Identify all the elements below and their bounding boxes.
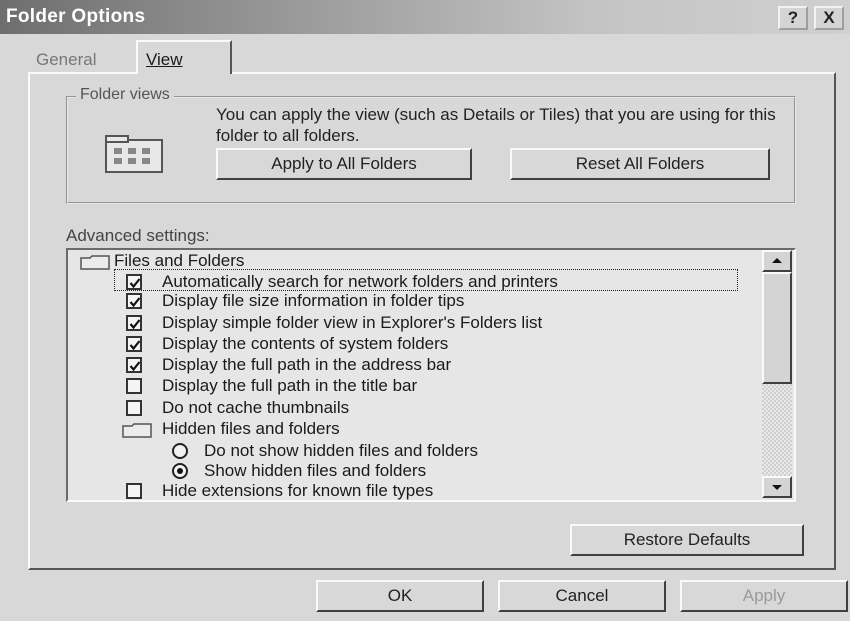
advanced-settings-label: Advanced settings: — [66, 226, 210, 245]
checkbox-no-cache-thumbnails[interactable] — [126, 400, 142, 416]
list-item-label: Hidden files and folders — [162, 419, 340, 438]
tab-general[interactable]: General — [36, 50, 96, 70]
list-item-label: Display the full path in the address bar — [162, 355, 452, 374]
title-bar[interactable]: Folder Options ? X — [0, 0, 850, 34]
tab-view-label: View — [146, 50, 183, 69]
checkbox-full-path-title[interactable] — [126, 378, 142, 394]
help-button[interactable]: ? — [778, 6, 808, 30]
tab-view[interactable]: View — [136, 40, 232, 74]
folder-views-description: You can apply the view (such as Details … — [216, 105, 776, 145]
list-item-label: Hide extensions for known file types — [162, 481, 434, 500]
folder-views-icon — [102, 132, 166, 181]
restore-defaults-button[interactable]: Restore Defaults — [570, 524, 804, 556]
vertical-scrollbar[interactable] — [762, 250, 792, 498]
arrow-up-icon — [772, 258, 782, 263]
close-button[interactable]: X — [814, 6, 844, 30]
checkbox-file-size-tips[interactable] — [126, 293, 142, 309]
reset-all-folders-button[interactable]: Reset All Folders — [510, 148, 770, 180]
check-icon — [129, 340, 141, 351]
list-item-label: Do not cache thumbnails — [162, 398, 350, 417]
window-title: Folder Options — [6, 6, 146, 27]
list-item-label: Display file size information in folder … — [162, 291, 465, 310]
check-icon — [129, 297, 141, 308]
focus-rectangle — [114, 269, 738, 291]
radio-show-hidden[interactable] — [172, 463, 188, 479]
folder-options-dialog: Folder Options ? X General View Folder v… — [0, 0, 850, 621]
scroll-thumb[interactable] — [762, 272, 792, 384]
list-item-label: Show hidden files and folders — [204, 461, 427, 480]
list-item-label: Do not show hidden files and folders — [204, 441, 479, 460]
check-icon — [129, 361, 141, 372]
apply-button[interactable]: Apply — [680, 580, 848, 612]
folder-views-label: Folder views — [76, 86, 174, 104]
arrow-down-icon — [772, 485, 782, 490]
radio-do-not-show-hidden[interactable] — [172, 443, 188, 459]
checkbox-system-folders[interactable] — [126, 336, 142, 352]
checkbox-full-path-address[interactable] — [126, 357, 142, 373]
radio-selected-dot — [177, 468, 183, 474]
scroll-up-button[interactable] — [762, 250, 792, 272]
check-icon — [129, 319, 141, 330]
list-item-label: Display simple folder view in Explorer's… — [162, 313, 543, 332]
apply-to-all-folders-button[interactable]: Apply to All Folders — [216, 148, 472, 180]
checkbox-hide-extensions[interactable] — [126, 483, 142, 499]
checkbox-simple-folder-view[interactable] — [126, 315, 142, 331]
list-item-label: Display the full path in the title bar — [162, 376, 418, 395]
cancel-button[interactable]: Cancel — [498, 580, 666, 612]
scroll-down-button[interactable] — [762, 476, 792, 498]
folder-icon — [122, 422, 152, 444]
folder-icon — [80, 254, 110, 276]
ok-button[interactable]: OK — [316, 580, 484, 612]
list-item-label: Display the contents of system folders — [162, 334, 449, 353]
